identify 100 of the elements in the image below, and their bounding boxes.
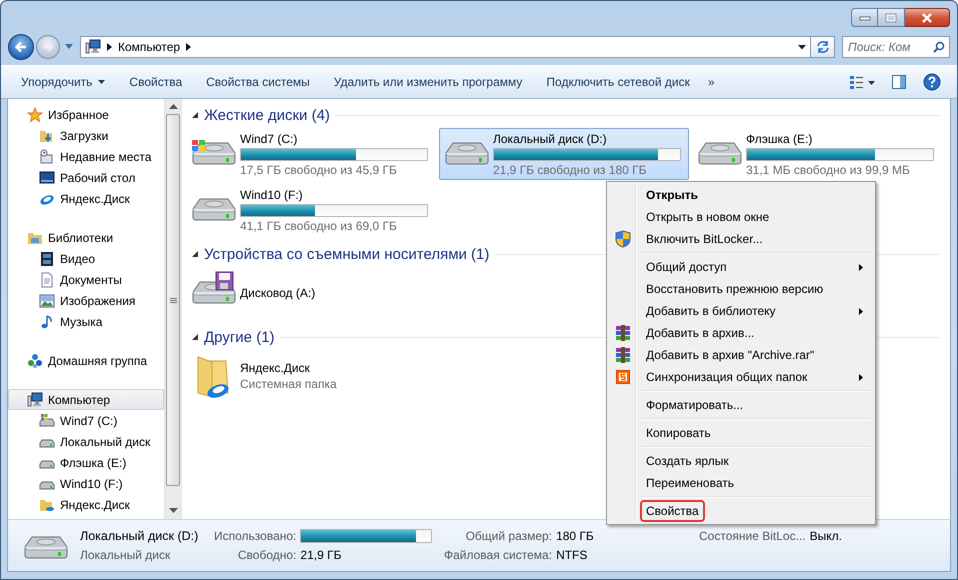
sidebar-item[interactable]: Домашняя группа xyxy=(8,350,164,371)
collapse-icon[interactable] xyxy=(192,334,198,340)
menu-item[interactable]: Форматировать... xyxy=(640,394,750,416)
maximize-button[interactable] xyxy=(878,8,905,27)
menu-item[interactable]: Общий доступ xyxy=(640,256,733,278)
collapse-icon[interactable] xyxy=(192,112,198,118)
sidebar-item[interactable]: Избранное xyxy=(8,104,164,125)
menu-item[interactable]: Копировать xyxy=(640,422,717,444)
menu-item[interactable]: Восстановить прежнюю версию xyxy=(640,278,830,300)
star-icon xyxy=(27,106,43,122)
recent-places-icon xyxy=(39,148,55,164)
computer-icon xyxy=(85,39,101,55)
document-icon xyxy=(39,272,55,288)
chevron-icon[interactable] xyxy=(186,43,192,51)
sidebar-item[interactable]: Флэшка (E:) xyxy=(8,452,164,473)
toolbar-dropdown[interactable]: Упорядочить xyxy=(9,70,118,94)
close-button[interactable] xyxy=(905,8,950,27)
field-value: 21,9 ГБ xyxy=(300,548,342,562)
menu-item[interactable]: Создать ярлык xyxy=(640,450,735,472)
sidebar-item[interactable]: Изображения xyxy=(8,290,164,311)
sidebar-item[interactable]: Яндекс.Диск xyxy=(8,188,164,209)
group-header[interactable]: Устройства со съемными носителями (1) xyxy=(204,246,490,262)
toolbar-button[interactable]: Удалить или изменить программу xyxy=(322,70,534,94)
group-header[interactable]: Другие (1) xyxy=(204,328,275,346)
item-name: Флэшка (E:) xyxy=(746,132,814,146)
field-value: Выкл. xyxy=(810,529,842,543)
menu-item[interactable]: Включить BitLocker... xyxy=(640,228,769,250)
more-button[interactable]: » xyxy=(702,70,721,94)
image-icon xyxy=(39,292,55,308)
sidebar-item[interactable]: Яндекс.Диск xyxy=(8,494,164,515)
menu-item[interactable]: Переименовать xyxy=(640,472,740,494)
archive-icon xyxy=(615,325,631,341)
drive-tile[interactable]: Флэшка (E:) 31,1 МБ свободно из 99,9 МБ xyxy=(692,128,942,180)
preview-pane-icon[interactable] xyxy=(891,74,907,90)
scroll-down-icon[interactable] xyxy=(168,508,178,514)
sidebar-item[interactable]: Локальный диск xyxy=(8,431,164,452)
item-name: Локальный диск (D:) xyxy=(493,132,608,146)
close-icon xyxy=(921,12,933,22)
archive-icon xyxy=(615,347,631,363)
item-name: Wind10 (F:) xyxy=(240,188,304,202)
field-value: NTFS xyxy=(556,548,588,562)
sidebar-item[interactable]: Рабочий стол xyxy=(8,167,164,188)
view-options-icon[interactable] xyxy=(849,75,875,89)
address-bar[interactable]: Компьютер xyxy=(80,36,811,58)
drive-tile[interactable]: Wind7 (C:) 17,5 ГБ свободно из 45,9 ГБ xyxy=(186,128,436,180)
item-type: Системная папка xyxy=(240,377,337,391)
group-header[interactable]: Жесткие диски (4) xyxy=(204,106,330,124)
menu-item[interactable]: Добавить в библиотеку xyxy=(640,300,782,322)
field-label: Состояние BitLoc... xyxy=(699,529,806,543)
search-field[interactable]: Поиск: Ком xyxy=(842,36,950,58)
field-label: Общий размер: xyxy=(464,529,552,543)
collapse-icon[interactable] xyxy=(192,251,198,257)
drive-tile[interactable]: Дисковод (A:) xyxy=(186,267,436,319)
sidebar-item[interactable]: Музыка xyxy=(8,311,164,332)
menu-item[interactable]: Добавить в архив... xyxy=(640,322,760,344)
item-name: Дисковод (A:) xyxy=(240,286,316,300)
music-note-icon xyxy=(39,314,55,330)
item-name: Wind7 (C:) xyxy=(240,132,298,146)
help-icon[interactable] xyxy=(923,73,941,91)
back-button[interactable] xyxy=(8,34,34,60)
breadcrumb[interactable]: Компьютер xyxy=(118,40,180,54)
sync-icon xyxy=(616,370,630,384)
scroll-up-icon[interactable] xyxy=(168,104,178,110)
sidebar-item[interactable]: Wind7 (C:) xyxy=(8,410,164,431)
menu-item[interactable]: Открыть xyxy=(640,184,704,206)
field-value: 180 ГБ xyxy=(556,529,594,543)
field-label: Использовано: xyxy=(214,529,296,543)
menu-item[interactable]: Синхронизация общих папок xyxy=(640,366,814,388)
sidebar-item[interactable]: Видео xyxy=(8,248,164,269)
drive-icon xyxy=(39,412,55,428)
sidebar-item[interactable]: Загрузки xyxy=(8,125,164,146)
menu-item[interactable]: Добавить в архив "Archive.rar" xyxy=(640,344,820,366)
drive-title: Локальный диск (D:) xyxy=(80,529,200,543)
menu-item[interactable]: Открыть в новом окне xyxy=(640,206,776,228)
search-icon xyxy=(933,41,945,53)
history-dropdown-icon[interactable] xyxy=(65,44,73,50)
toolbar-button[interactable]: Свойства xyxy=(117,70,194,94)
computer-icon xyxy=(27,392,43,408)
sidebar-item[interactable]: Недавние места xyxy=(8,146,164,167)
refresh-button[interactable] xyxy=(811,36,835,58)
sidebar-item[interactable]: Библиотеки xyxy=(8,227,164,248)
minimize-button[interactable] xyxy=(851,8,878,27)
refresh-icon xyxy=(816,40,830,54)
drive-tile[interactable]: Локальный диск (D:) 21,9 ГБ свободно из 180 ГБ xyxy=(439,128,689,180)
sidebar-item[interactable]: Компьютер xyxy=(8,389,164,410)
scrollbar-thumb[interactable] xyxy=(166,114,180,486)
sidebar-item[interactable]: Wind10 (F:) xyxy=(8,473,164,494)
toolbar-button[interactable]: Свойства системы xyxy=(194,70,322,94)
scrollbar[interactable] xyxy=(164,99,181,519)
free-space-text: 31,1 МБ свободно из 99,9 МБ xyxy=(746,162,911,176)
dropdown-icon[interactable] xyxy=(798,44,806,50)
item-name: Яндекс.Диск xyxy=(240,361,311,375)
shield-icon xyxy=(615,230,631,248)
sidebar-item[interactable]: Документы xyxy=(8,269,164,290)
menu-item[interactable]: Свойства xyxy=(640,500,705,522)
drive-tile[interactable]: Wind10 (F:) 41,1 ГБ свободно из 69,0 ГБ xyxy=(186,184,436,236)
chevron-icon[interactable] xyxy=(107,43,112,51)
field-label: Свободно: xyxy=(236,548,296,562)
toolbar-button[interactable]: Подключить сетевой диск xyxy=(534,70,702,94)
drive-tile[interactable]: Яндекс.Диск Системная папка xyxy=(186,350,436,402)
